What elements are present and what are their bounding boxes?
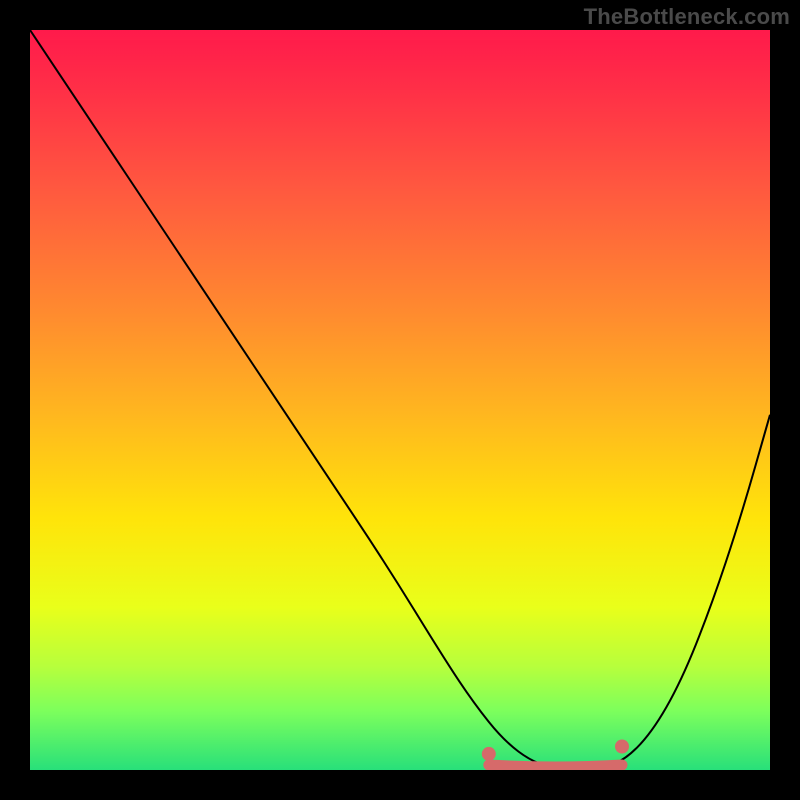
bottleneck-curve [30,30,770,770]
curve-layer [30,30,770,770]
valley-dot-left [482,747,496,761]
valley-dot-right [615,740,629,754]
valley-floor-marker [489,765,622,767]
plot-area [30,30,770,770]
watermark-text: TheBottleneck.com [584,4,790,30]
chart-frame: TheBottleneck.com [0,0,800,800]
